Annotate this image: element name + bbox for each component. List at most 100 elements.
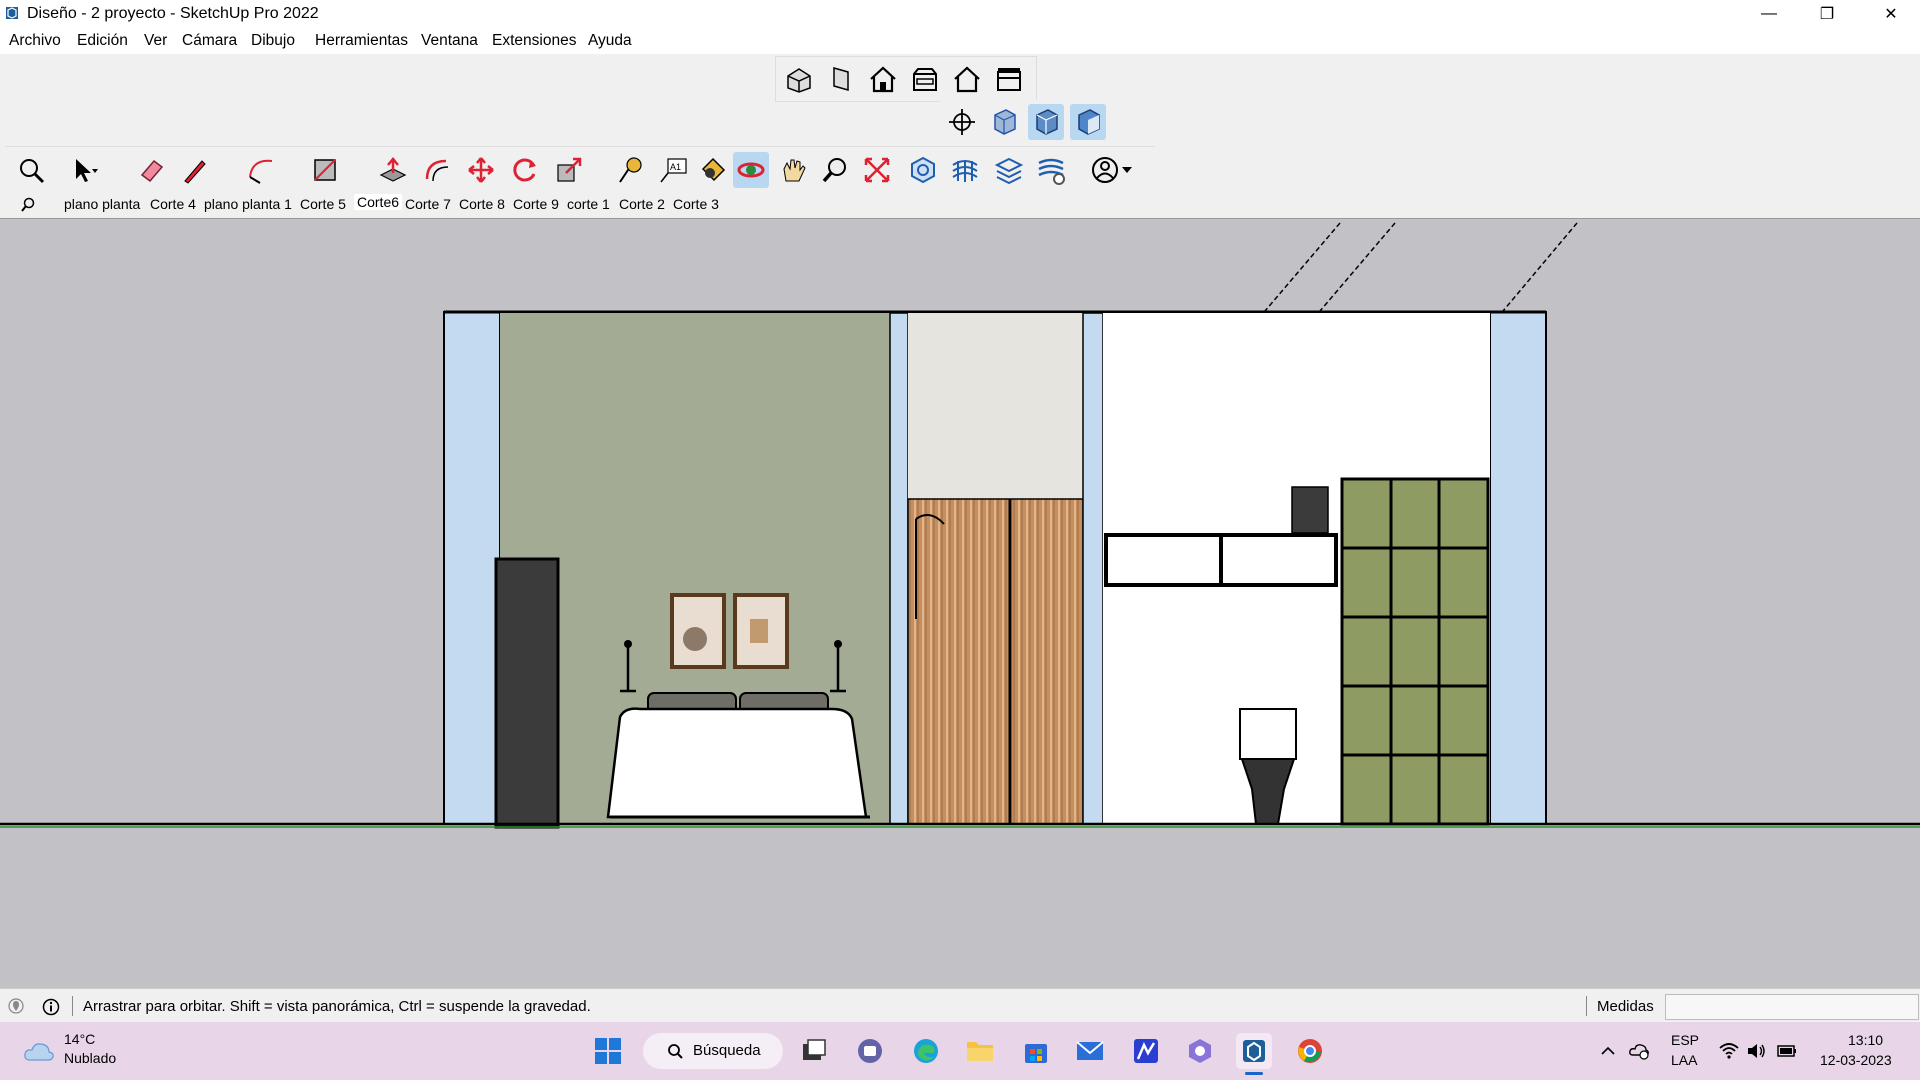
chevron-up-icon[interactable] [1600,1044,1616,1058]
menu-ver[interactable]: Ver [144,32,167,50]
scene-tab-plano-planta-1[interactable]: plano planta 1 [204,196,292,212]
right-wall [1489,311,1547,825]
chrome-icon[interactable] [1292,1033,1328,1069]
task-view-icon[interactable] [796,1033,832,1069]
search-icon[interactable] [20,197,36,213]
tape-measure-icon[interactable] [611,152,647,188]
measures-input[interactable] [1665,994,1919,1020]
math-app-icon[interactable] [1128,1033,1164,1069]
menu-camara[interactable]: Cámara [182,32,237,50]
keyboard-lang[interactable]: ESP [1671,1032,1699,1048]
scene-tab-corte-1[interactable]: corte 1 [567,196,610,212]
teams-chat-icon[interactable] [852,1033,888,1069]
text-icon[interactable]: A1 [655,152,691,188]
menu-extensiones[interactable]: Extensiones [492,32,576,50]
shaded-icon[interactable] [1028,104,1064,140]
solid-tools-icon[interactable] [905,152,941,188]
left-view-icon[interactable] [991,61,1027,97]
menu-ayuda[interactable]: Ayuda [588,32,632,50]
menu-herramientas[interactable]: Herramientas [315,32,408,50]
scale-icon[interactable] [551,152,587,188]
move-icon[interactable] [463,152,499,188]
offset-icon[interactable] [419,152,455,188]
window-title: Diseño - 2 proyecto - SketchUp Pro 2022 [27,5,319,22]
arc-icon[interactable] [243,152,279,188]
scene-tab-corte-8[interactable]: Corte 8 [459,196,505,212]
wifi-icon[interactable] [1718,1042,1740,1060]
back-view-icon[interactable] [949,61,985,97]
sketchup-taskbar-icon[interactable] [1236,1033,1272,1069]
keyboard-layout[interactable]: LAA [1671,1052,1697,1068]
scene-tab-corte-9[interactable]: Corte 9 [513,196,559,212]
scene-tab-corte-3[interactable]: Corte 3 [673,196,719,212]
copilot-icon[interactable] [1182,1033,1218,1069]
zoom-window-icon[interactable] [859,152,895,188]
top-view-icon[interactable] [823,61,859,97]
close-button[interactable]: ✕ [1862,0,1920,28]
section-plane-icon[interactable] [944,104,980,140]
eraser-icon[interactable] [133,152,169,188]
clock-date[interactable]: 12-03-2023 [1820,1052,1892,1068]
orbit-icon[interactable] [733,152,769,188]
weather-desc: Nublado [64,1050,117,1066]
xray-icon[interactable] [986,104,1022,140]
onedrive-sync-icon[interactable] [1628,1040,1650,1060]
minimize-button[interactable]: — [1740,0,1798,28]
right-view-icon[interactable] [907,61,943,97]
menu-archivo[interactable]: Archivo [9,32,61,50]
style-toolbar [940,100,1116,144]
scene-tab-corte-5[interactable]: Corte 5 [300,196,346,212]
scene-tab-corte6[interactable]: Corte6 [354,194,403,210]
rectangle-icon[interactable] [307,152,343,188]
pan-icon[interactable] [775,152,811,188]
zoom-icon[interactable] [817,152,853,188]
layers-icon[interactable] [991,152,1027,188]
styles-icon[interactable] [1033,152,1069,188]
scene-tab-corte-2[interactable]: Corte 2 [619,196,665,212]
scene-tab-corte-4[interactable]: Corte 4 [150,196,196,212]
paint-bucket-icon[interactable] [695,152,731,188]
taskbar-search[interactable]: Búsqueda [643,1033,783,1069]
push-pull-icon[interactable] [375,152,411,188]
main-toolbar: A1 [5,146,1155,194]
geo-location-icon[interactable] [8,998,24,1014]
volume-icon[interactable] [1746,1042,1768,1060]
textured-icon[interactable] [1070,104,1106,140]
views-toolbar [775,56,1037,102]
scene-tab-corte-7[interactable]: Corte 7 [405,196,451,212]
menu-dibujo[interactable]: Dibujo [251,32,295,50]
battery-icon[interactable] [1776,1042,1798,1060]
windows-taskbar: 14°C Nublado Búsqueda ESP LAA 13:10 12-0… [0,1022,1920,1080]
model-viewport[interactable] [0,218,1920,989]
svg-text:A1: A1 [670,162,681,172]
windows-start-icon[interactable] [590,1033,626,1069]
maximize-button[interactable]: ❐ [1798,0,1856,28]
menu-ventana[interactable]: Ventana [421,32,478,50]
menu-edicion[interactable]: Edición [77,32,128,50]
weather-temp: 14°C [64,1031,96,1047]
section-drawing [0,222,1920,829]
title-bar: Diseño - 2 proyecto - SketchUp Pro 2022 … [0,0,1920,28]
info-icon[interactable] [42,998,60,1016]
search-icon [668,1044,683,1059]
select-icon[interactable] [65,152,101,188]
zoom-extents-icon[interactable] [13,152,49,188]
guide-lines [1264,222,1578,312]
weather-cloud-icon[interactable] [22,1038,56,1064]
glass-block-wall [1340,477,1490,826]
front-view-icon[interactable] [865,61,901,97]
rotate-icon[interactable] [507,152,543,188]
iso-view-icon[interactable] [781,61,817,97]
sandbox-icon[interactable] [947,152,983,188]
edge-browser-icon[interactable] [908,1033,944,1069]
left-wall [443,311,501,825]
clock-time[interactable]: 13:10 [1848,1032,1883,1048]
scene-tab-plano-planta[interactable]: plano planta [64,196,140,212]
marble-wall [908,313,1083,499]
file-explorer-icon[interactable] [962,1033,998,1069]
menu-bar: Archivo Edición Ver Cámara Dibujo Herram… [0,28,1920,54]
mail-icon[interactable] [1072,1033,1108,1069]
store-icon[interactable] [1018,1033,1054,1069]
chevron-down-icon[interactable] [1117,152,1137,188]
pencil-icon[interactable] [177,152,213,188]
